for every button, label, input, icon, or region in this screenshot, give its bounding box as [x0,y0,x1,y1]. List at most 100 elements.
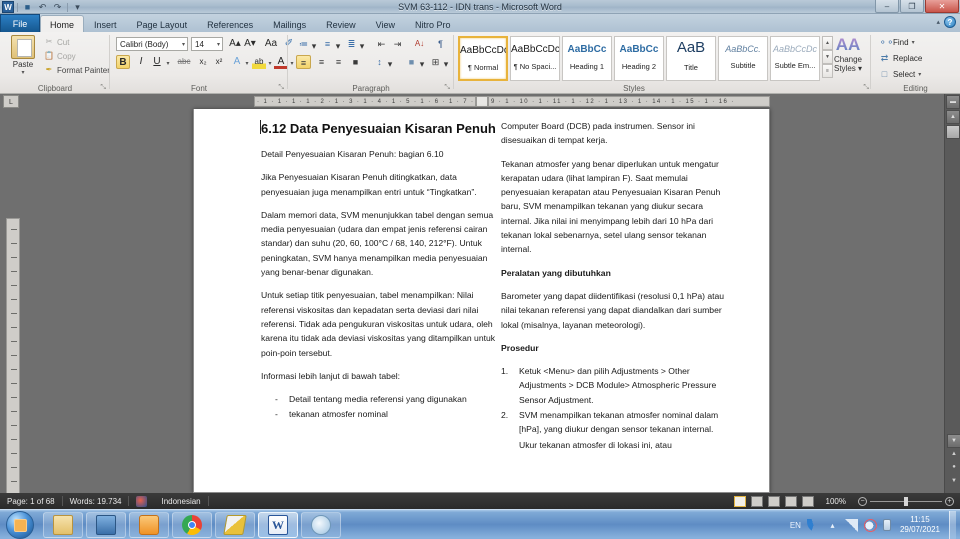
numbering-caret-icon[interactable]: ▾ [334,39,342,53]
horizontal-ruler[interactable]: L · 1 · 1 · 1 · 1 · 2 · 1 · 3 · 1 · 4 · … [0,94,960,109]
change-case-button[interactable]: Aa [262,37,280,51]
style-normal[interactable]: AaBbCcDc ¶ Normal [458,36,508,81]
copy-button[interactable]: 📋 Copy [44,51,76,61]
proofing-status[interactable] [129,495,154,507]
taskbar-google-chrome[interactable] [172,512,212,538]
replace-button[interactable]: ⇄ Replace [879,53,923,64]
paste-button[interactable]: Paste ▾ [6,35,40,76]
font-name-combobox[interactable]: Calibri (Body) ▾ [116,37,188,51]
font-size-combobox[interactable]: 14 ▾ [191,37,223,51]
multilevel-list-button[interactable]: ≣ [344,37,359,51]
next-page-button[interactable]: ▼ [947,475,960,488]
highlight-button[interactable]: ab [252,55,266,69]
taskbar-paint[interactable] [301,512,341,538]
restore-button[interactable]: ❐ [900,0,924,13]
document-left-column[interactable]: 6.12 Data Penyesuaian Kisaran Penuh Deta… [261,119,496,423]
tab-selector-button[interactable]: L [3,95,19,108]
taskbar-windows-explorer[interactable] [43,512,83,538]
tab-file[interactable]: File [0,14,40,32]
font-dialog-launcher[interactable]: ⤡ [278,84,284,92]
tab-page-layout[interactable]: Page Layout [127,15,198,32]
justify-button[interactable]: ■ [348,55,363,69]
borders-caret-icon[interactable]: ▾ [442,57,450,71]
shading-caret-icon[interactable]: ▾ [418,57,426,71]
tab-view[interactable]: View [366,15,405,32]
previous-page-button[interactable]: ▲ [947,448,960,461]
find-caret-icon[interactable]: ▾ [912,39,915,46]
outline-view-button[interactable] [784,495,797,507]
word-count[interactable]: Words: 19.734 [63,497,129,506]
format-painter-button[interactable]: ✒ Format Painter [44,65,110,75]
zoom-in-button[interactable]: + [945,496,954,506]
document-right-column[interactable]: Computer Board (DCB) pada instrumen. Sen… [501,119,736,461]
minimize-button[interactable]: – [875,0,899,13]
superscript-button[interactable]: x² [212,55,226,69]
language-indicator[interactable]: EN [790,521,801,530]
web-layout-view-button[interactable] [767,495,780,507]
document-page[interactable]: 6.12 Data Penyesuaian Kisaran Penuh Deta… [193,109,770,493]
show-formatting-marks-button[interactable]: ¶ [433,37,448,51]
style-title[interactable]: AaB Title [666,36,716,81]
zoom-knob[interactable] [904,496,908,506]
split-handle[interactable]: ▬ [946,95,960,109]
scroll-up-button[interactable]: ▲ [946,110,960,124]
select-button[interactable]: □ Select ▾ [879,69,921,80]
multilevel-caret-icon[interactable]: ▾ [358,39,366,53]
language-indicator[interactable]: Indonesian [154,497,207,506]
borders-button[interactable]: ⊞ [428,55,443,69]
bold-button[interactable]: B [116,55,130,69]
line-spacing-caret-icon[interactable]: ▾ [386,57,394,71]
chevron-down-icon[interactable]: ▾ [182,41,187,48]
volume-muted-icon[interactable] [863,518,877,532]
full-screen-reading-view-button[interactable] [750,495,763,507]
shrink-font-button[interactable]: A▾ [243,37,257,51]
zoom-level[interactable]: 100% [819,497,853,506]
tab-review[interactable]: Review [316,15,366,32]
print-layout-view-button[interactable] [733,495,746,507]
help-icon[interactable]: ? [944,16,956,28]
zoom-track[interactable] [870,496,942,506]
grow-font-button[interactable]: A▴ [228,37,242,51]
chevron-down-icon[interactable]: ▾ [217,41,222,48]
cut-button[interactable]: ✂ Cut [44,37,70,47]
vertical-ruler[interactable] [6,218,20,539]
style-subtle-emphasis[interactable]: AaBbCcDc Subtle Em... [770,36,820,81]
align-left-button[interactable]: ≡ [296,55,311,69]
battery-icon[interactable] [882,519,891,531]
styles-dialog-launcher[interactable]: ⤡ [863,84,869,92]
decrease-indent-button[interactable]: ⇤ [374,37,389,51]
tab-references[interactable]: References [197,15,263,32]
tab-home[interactable]: Home [40,15,85,32]
bullets-caret-icon[interactable]: ▾ [310,39,318,53]
tab-mailings[interactable]: Mailings [263,15,316,32]
close-button[interactable]: ✕ [925,0,959,13]
italic-button[interactable]: I [134,55,148,69]
hidden-icons-button[interactable]: ▴ [826,519,839,532]
taskbar-microsoft-word[interactable]: W [258,512,298,538]
taskbar-idm[interactable] [215,512,255,538]
clock[interactable]: 11:15 29/07/2021 [897,515,943,535]
clipboard-dialog-launcher[interactable]: ⤡ [100,84,106,92]
select-browse-object-button[interactable]: ● [947,461,960,474]
underline-caret-icon[interactable]: ▾ [164,57,172,71]
scroll-thumb[interactable] [946,125,960,139]
underline-button[interactable]: U [150,55,164,69]
signal-icon[interactable] [844,518,858,532]
paragraph-dialog-launcher[interactable]: ⤡ [444,84,450,92]
zoom-slider[interactable]: − + [858,496,954,506]
align-center-button[interactable]: ≡ [314,55,329,69]
text-effects-button[interactable]: A [230,55,244,69]
scroll-down-button[interactable]: ▼ [946,433,960,449]
change-styles-button[interactable]: AA Change Styles ▾ [828,35,868,73]
style-heading-1[interactable]: AaBbCс Heading 1 [562,36,612,81]
network-icon[interactable] [806,518,820,532]
show-desktop-button[interactable] [949,511,956,539]
tab-nitro-pro[interactable]: Nitro Pro [405,15,461,32]
text-effects-caret-icon[interactable]: ▾ [243,57,251,71]
select-caret-icon[interactable]: ▾ [918,71,921,78]
numbering-button[interactable]: ≡ [320,37,335,51]
start-button[interactable] [3,510,37,539]
increase-indent-button[interactable]: ⇥ [390,37,405,51]
style-no-spacing[interactable]: AaBbCcDc ¶ No Spaci... [510,36,560,81]
shading-button[interactable]: ■ [404,55,419,69]
